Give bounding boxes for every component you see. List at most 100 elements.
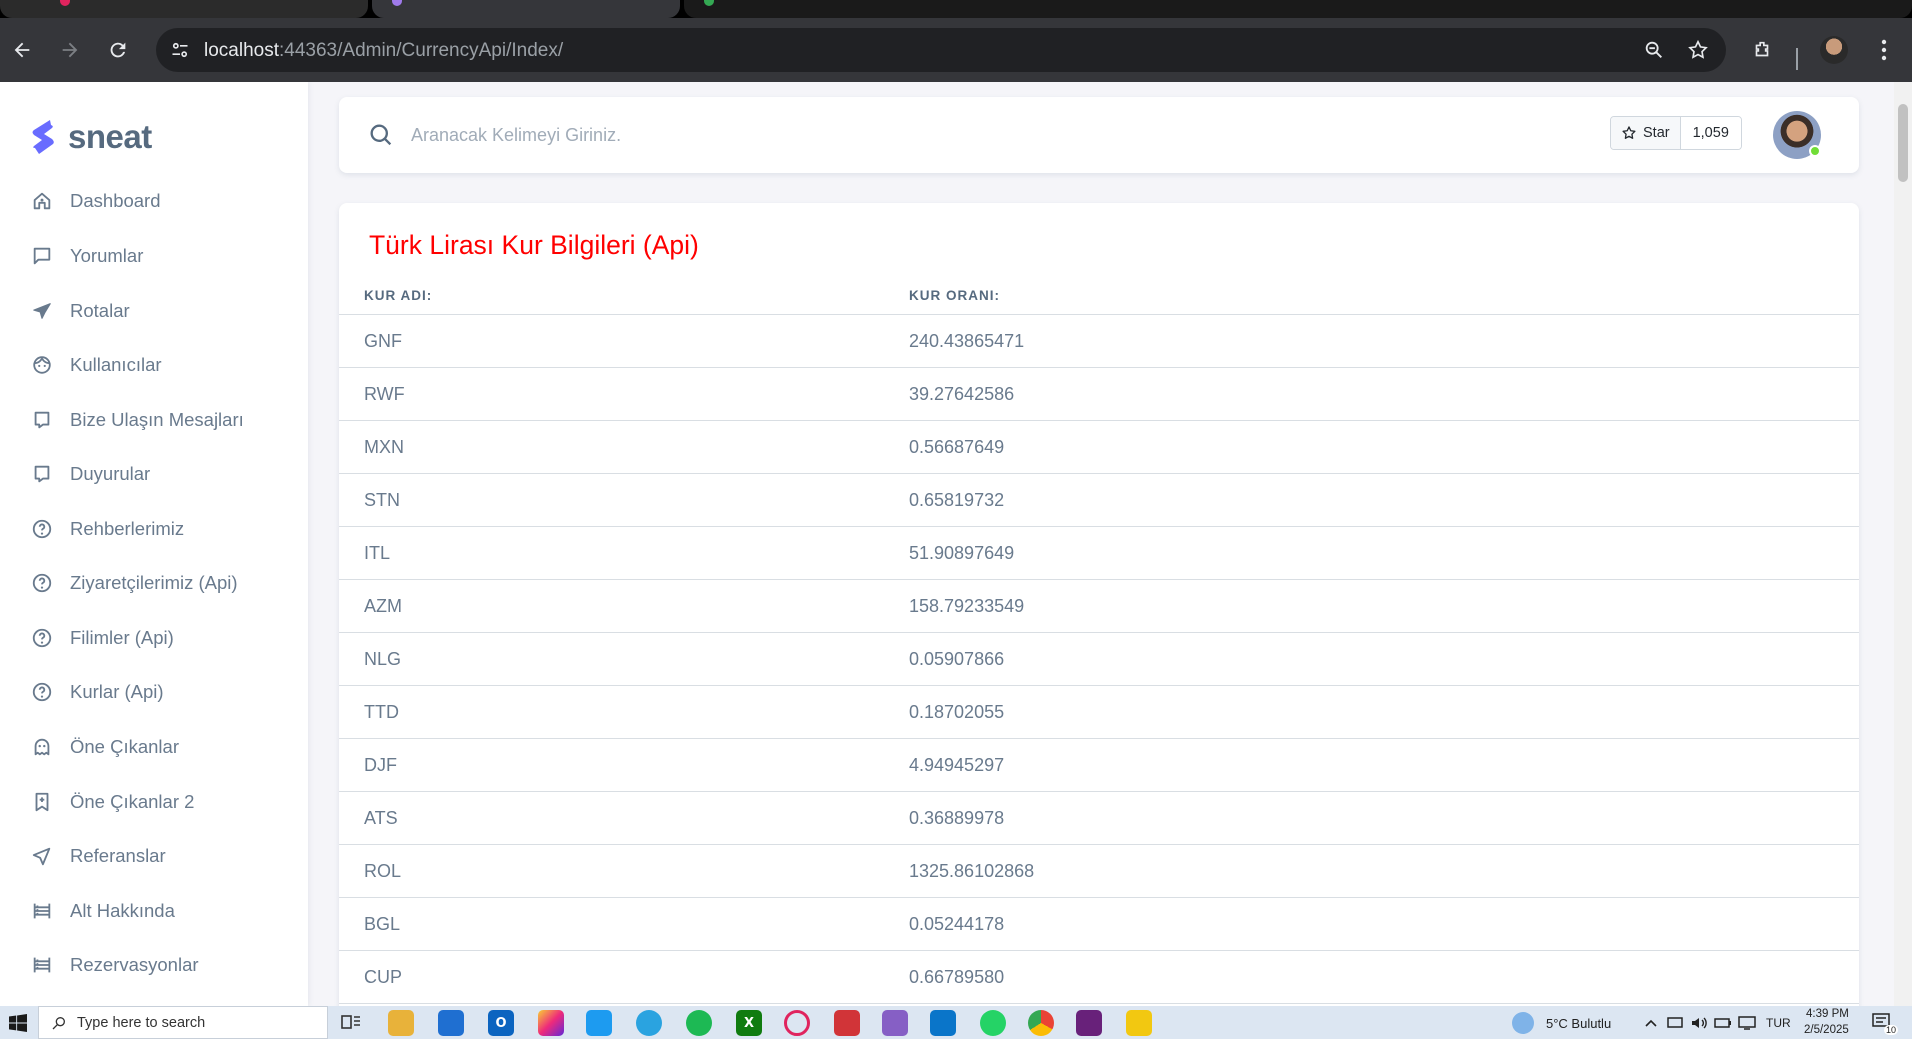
- file-explorer-icon[interactable]: [388, 1010, 414, 1036]
- network-icon[interactable]: [1666, 1015, 1684, 1031]
- table-row: STN 0.65819732: [339, 474, 1859, 527]
- clock-date[interactable]: 2/5/2025: [1804, 1024, 1849, 1036]
- display-icon[interactable]: [1738, 1015, 1756, 1031]
- col-header-rate: KUR ORANI:: [909, 288, 1000, 303]
- twitter-icon[interactable]: [586, 1010, 612, 1036]
- table-row: BGL 0.05244178: [339, 898, 1859, 951]
- sidebar-item-rehberlerimiz[interactable]: Rehberlerimiz: [28, 509, 290, 549]
- battery-icon[interactable]: [1714, 1015, 1732, 1031]
- opera-icon[interactable]: [784, 1010, 810, 1036]
- currency-rate: 0.65819732: [909, 490, 1005, 510]
- browser-menu-button[interactable]: [1866, 32, 1902, 68]
- windows-logo-icon: [9, 1013, 27, 1032]
- sidebar-item-alt-hakkinda[interactable]: Alt Hakkında: [28, 891, 290, 931]
- address-bar[interactable]: localhost:44363/Admin/CurrencyApi/Index/: [156, 28, 1726, 72]
- whatsapp-icon[interactable]: [980, 1010, 1006, 1036]
- currency-rate: 51.90897649: [909, 543, 1015, 563]
- weather-cloud-icon[interactable]: [1512, 1012, 1534, 1034]
- app-icon[interactable]: [834, 1010, 860, 1036]
- help-circle-icon: [28, 569, 56, 597]
- notification-center-button[interactable]: 10: [1872, 1013, 1898, 1035]
- sidebar-item-referanslar[interactable]: Referanslar: [28, 836, 290, 876]
- online-status-badge: [1809, 145, 1821, 157]
- page-scrollbar[interactable]: [1894, 82, 1912, 1006]
- telegram-icon[interactable]: [636, 1010, 662, 1036]
- bookmark-star-icon[interactable]: [1686, 38, 1710, 62]
- forward-button[interactable]: [52, 32, 88, 68]
- arrow-left-icon: [14, 42, 30, 58]
- app-icon[interactable]: [1126, 1010, 1152, 1036]
- sidebar-item-one-cikanlar-2[interactable]: Öne Çıkanlar 2: [28, 782, 290, 822]
- scrollbar-thumb[interactable]: [1898, 104, 1908, 182]
- browser-tab[interactable]: [684, 0, 1912, 18]
- search-input[interactable]: [411, 115, 1311, 155]
- vscode-icon[interactable]: [930, 1010, 956, 1036]
- xbox-icon[interactable]: X: [736, 1010, 762, 1036]
- sidebar-item-one-cikanlar[interactable]: Öne Çıkanlar: [28, 727, 290, 767]
- message-icon: [28, 460, 56, 488]
- currency-rate: 39.27642586: [909, 384, 1015, 404]
- sidebar-item-bize-ulasin-mesajlari[interactable]: Bize Ulaşın Mesajları: [28, 400, 290, 440]
- profile-button[interactable]: [1816, 32, 1852, 68]
- currency-name: GNF: [364, 331, 402, 351]
- tab-favicon-icon: [392, 0, 402, 6]
- outlook-icon[interactable]: O: [488, 1010, 514, 1036]
- sidebar-item-kurlar[interactable]: Kurlar (Api): [28, 672, 290, 712]
- extensions-button[interactable]: [1744, 32, 1780, 68]
- sidebar-item-rotalar[interactable]: Rotalar: [28, 291, 290, 331]
- chrome-icon[interactable]: [1028, 1010, 1054, 1036]
- taskbar-search[interactable]: Type here to search: [38, 1006, 328, 1039]
- sidebar-item-kullanicilar[interactable]: Kullanıcılar: [28, 345, 290, 385]
- visual-studio-icon[interactable]: [1076, 1010, 1102, 1036]
- sidebar-item-filimler[interactable]: Filimler (Api): [28, 618, 290, 658]
- currency-name: MXN: [364, 437, 404, 457]
- chevron-up-icon[interactable]: [1644, 1016, 1658, 1030]
- volume-icon[interactable]: [1690, 1015, 1708, 1031]
- site-info-icon[interactable]: [168, 38, 192, 62]
- weather-text[interactable]: 5°C Bulutlu: [1546, 1016, 1611, 1031]
- notification-count-badge: 10: [1883, 1025, 1898, 1035]
- currency-name: ROL: [364, 861, 402, 881]
- table-row: DJF 4.94945297: [339, 739, 1859, 792]
- table-row: GNF 240.43865471: [339, 315, 1859, 368]
- zoom-icon[interactable]: [1642, 38, 1666, 62]
- table-row: NLG 0.05907866: [339, 633, 1859, 686]
- github-star-button[interactable]: Star: [1611, 117, 1681, 149]
- browser-tab-active[interactable]: [372, 0, 680, 18]
- currency-name: AZM: [364, 596, 402, 616]
- github-star-count[interactable]: 1,059: [1680, 117, 1741, 149]
- search-icon: [52, 1016, 65, 1029]
- sidebar-item-label: Yorumlar: [70, 245, 144, 266]
- toolbar-separator: [1796, 48, 1798, 70]
- table-row: ROL 1325.86102868: [339, 845, 1859, 898]
- currency-rate: 0.18702055: [909, 702, 1005, 722]
- browser-tab[interactable]: [0, 0, 368, 18]
- sidebar-item-dashboard[interactable]: Dashboard: [28, 181, 290, 221]
- spotify-icon[interactable]: [686, 1010, 712, 1036]
- clock-time[interactable]: 4:39 PM: [1806, 1008, 1849, 1020]
- list-icon: [28, 951, 56, 979]
- sidebar-item-label: Öne Çıkanlar 2: [70, 791, 195, 812]
- currency-name: RWF: [364, 384, 405, 404]
- instagram-icon[interactable]: [538, 1010, 564, 1036]
- reload-button[interactable]: [100, 32, 136, 68]
- sidebar-item-yorumlar[interactable]: Yorumlar: [28, 236, 290, 276]
- visual-studio-icon[interactable]: [882, 1010, 908, 1036]
- sneat-logo-icon: [32, 120, 54, 154]
- browser-tab-strip: [0, 0, 1912, 18]
- task-view-icon[interactable]: [338, 1010, 364, 1036]
- comment-icon: [28, 242, 56, 270]
- currency-rate: 1325.86102868: [909, 861, 1035, 881]
- table-row: RWF 39.27642586: [339, 368, 1859, 421]
- tab-favicon-icon: [704, 0, 714, 6]
- sidebar-item-rezervasyonlar[interactable]: Rezervasyonlar: [28, 945, 290, 985]
- sidebar-item-duyurular[interactable]: Duyurular: [28, 454, 290, 494]
- back-button[interactable]: [4, 32, 40, 68]
- sidebar-item-ziyaretcilerimiz[interactable]: Ziyaretçilerimiz (Api): [28, 563, 290, 603]
- input-language[interactable]: TUR: [1766, 1016, 1791, 1030]
- store-icon[interactable]: [438, 1010, 464, 1036]
- start-button[interactable]: [0, 1006, 36, 1039]
- help-circle-icon: [28, 678, 56, 706]
- user-avatar[interactable]: [1773, 111, 1821, 159]
- brand[interactable]: sneat: [30, 118, 152, 156]
